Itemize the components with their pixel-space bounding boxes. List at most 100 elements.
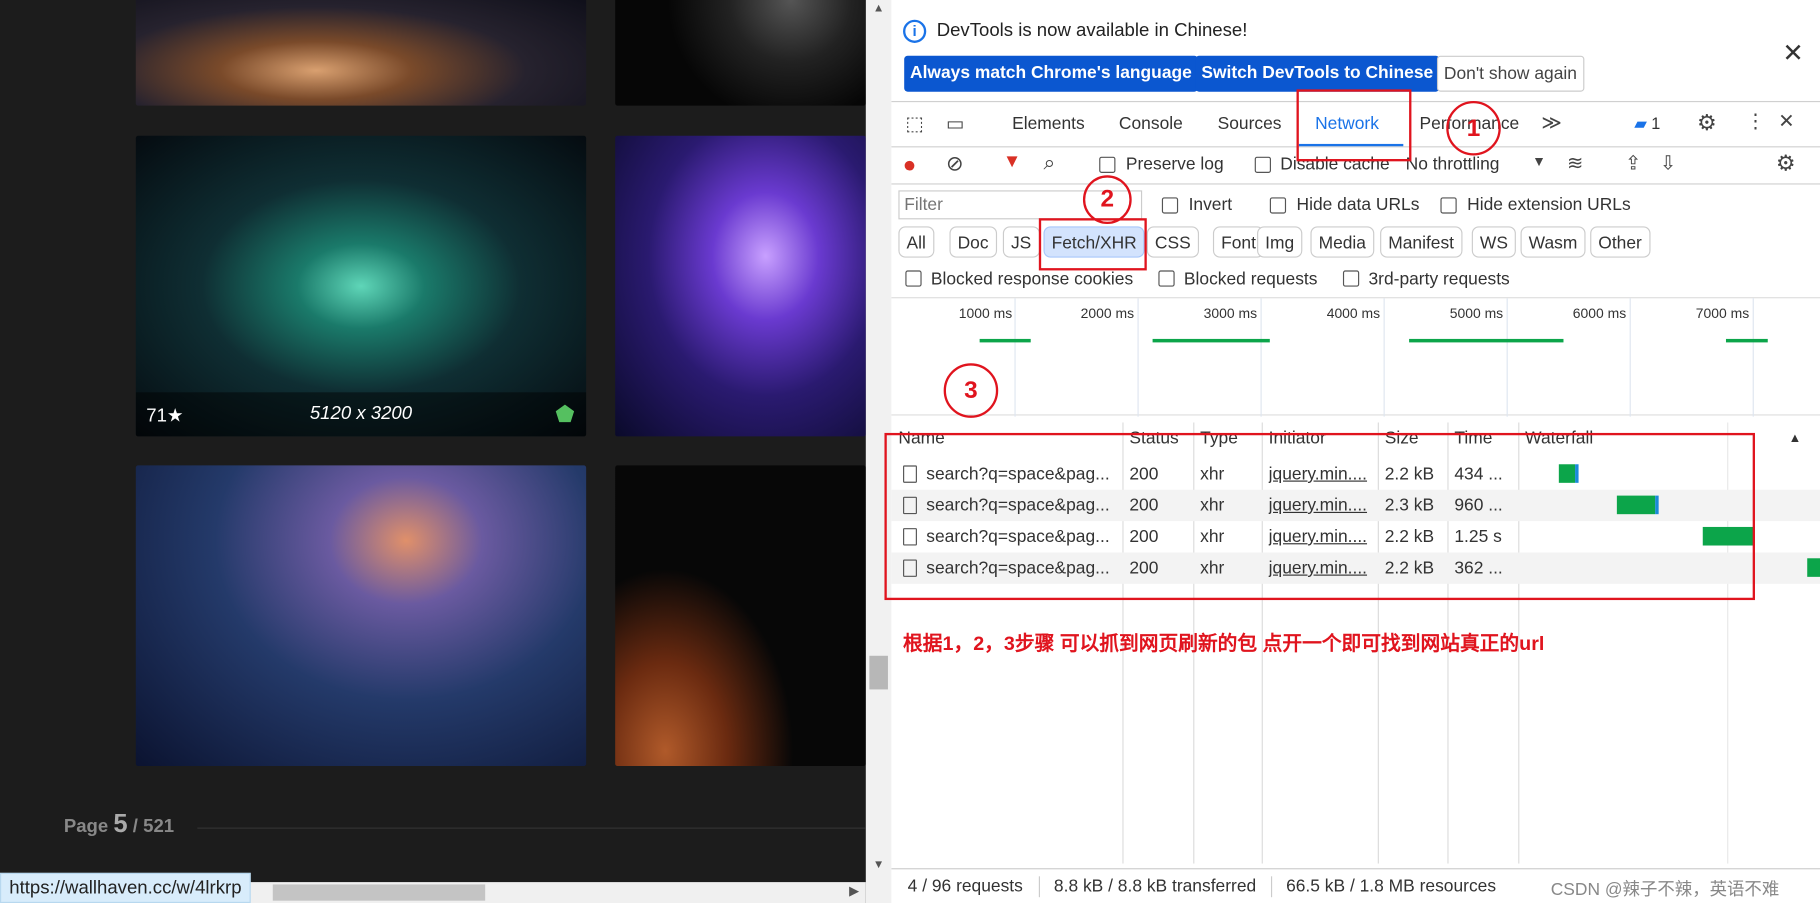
settings-gear-icon[interactable]: ⚙ <box>1697 110 1717 137</box>
issues-icon[interactable]: ▰ 1 <box>1634 114 1660 134</box>
clear-icon[interactable]: ⊘ <box>946 152 964 176</box>
filter-chip-wasm[interactable]: Wasm <box>1520 226 1586 258</box>
overview-gridline <box>1383 298 1385 417</box>
blocked-requests-checkbox[interactable] <box>1158 270 1175 287</box>
overview-tick-label: 1000 ms <box>958 305 1013 322</box>
overview-tick-label: 5000 ms <box>1449 305 1504 322</box>
scroll-down-icon[interactable]: ▼ <box>873 859 884 872</box>
infobar-message: DevTools is now available in Chinese! <box>936 20 1248 41</box>
disable-cache-checkbox[interactable] <box>1254 156 1271 173</box>
scroll-up-icon[interactable]: ▲ <box>873 2 884 15</box>
third-party-requests-label: 3rd-party requests <box>1368 269 1510 290</box>
overview-gridline <box>1629 298 1631 417</box>
preserve-log-checkbox[interactable] <box>1099 156 1116 173</box>
annotation-step-3: 3 <box>943 363 999 418</box>
blocked-response-cookies-checkbox[interactable] <box>905 270 922 287</box>
divider <box>1038 876 1040 898</box>
invert-checkbox[interactable] <box>1161 197 1179 214</box>
filter-chip-all[interactable]: All <box>898 226 934 258</box>
preserve-log-label: Preserve log <box>1125 154 1224 175</box>
annotation-box-fetch-xhr <box>1038 218 1147 271</box>
annotation-step-2: 2 <box>1082 175 1132 225</box>
inspect-element-icon[interactable]: ⬚ <box>905 113 924 136</box>
close-icon[interactable]: ✕ <box>1782 38 1803 68</box>
throttling-select[interactable]: No throttling <box>1406 154 1500 174</box>
search-icon[interactable]: ⌕ <box>1043 151 1055 175</box>
csdn-watermark: CSDN @辣子不辣，英语不难 <box>1550 879 1780 900</box>
overview-tick-label: 4000 ms <box>1326 305 1381 322</box>
network-conditions-icon[interactable]: ≋ <box>1567 152 1584 175</box>
overview-tick-label: 3000 ms <box>1203 305 1258 322</box>
overview-request-bar <box>1152 338 1270 343</box>
info-icon: i <box>903 19 927 43</box>
wallpaper-thumbnail[interactable] <box>135 465 587 767</box>
blocked-filters-row: Blocked response cookies Blocked request… <box>891 265 1820 296</box>
overview-gridline <box>1014 298 1016 417</box>
overview-request-bar <box>1409 338 1564 343</box>
filter-chip-media[interactable]: Media <box>1310 226 1375 258</box>
export-har-icon[interactable]: ⇩ <box>1660 152 1677 175</box>
filter-chip-js[interactable]: JS <box>1002 226 1040 258</box>
thumbnail-info-bar: 71★ 5120 x 3200 ⬟ <box>135 392 587 437</box>
blocked-response-cookies-label: Blocked response cookies <box>930 269 1134 290</box>
transferred-size: 8.8 kB / 8.8 kB transferred <box>1053 876 1257 897</box>
hide-data-urls-label: Hide data URLs <box>1296 194 1420 215</box>
third-party-requests-checkbox[interactable] <box>1342 270 1360 287</box>
always-match-language-button[interactable]: Always match Chrome's language <box>904 55 1198 92</box>
scrollbar-thumb[interactable] <box>272 884 486 901</box>
scroll-right-icon[interactable]: ▶ <box>849 883 859 898</box>
tag-icon[interactable]: ⬟ <box>555 402 574 429</box>
overview-tick-label: 2000 ms <box>1080 305 1135 322</box>
page-indicator: Page 5 / 521 <box>63 808 175 839</box>
scrollbar-thumb[interactable] <box>869 655 888 690</box>
device-toolbar-icon[interactable]: ▭ <box>946 113 965 136</box>
request-count: 4 / 96 requests <box>907 876 1023 897</box>
divider <box>1270 876 1273 898</box>
filter-chip-img[interactable]: Img <box>1257 226 1303 258</box>
wallpaper-thumbnail[interactable] <box>615 0 866 106</box>
total-pages: / 521 <box>132 817 175 837</box>
overview-gridline <box>1260 298 1262 417</box>
filter-chip-ws[interactable]: WS <box>1471 226 1517 258</box>
more-tabs-icon[interactable]: ≫ <box>1541 111 1562 134</box>
filter-chip-manifest[interactable]: Manifest <box>1380 226 1463 258</box>
network-settings-gear-icon[interactable]: ⚙ <box>1776 151 1796 178</box>
annotation-box-network-tab <box>1296 89 1412 162</box>
tab-sources[interactable]: Sources <box>1218 114 1282 134</box>
resolution-label: 5120 x 3200 <box>309 403 413 424</box>
sort-up-icon[interactable]: ▲ <box>1789 432 1802 446</box>
wallpaper-thumbnail[interactable]: 71★ 5120 x 3200 ⬟ <box>135 135 587 437</box>
network-overview-timeline[interactable]: 1000 ms 2000 ms 3000 ms 4000 ms 5000 ms … <box>891 297 1820 417</box>
tab-elements[interactable]: Elements <box>1012 114 1085 134</box>
kebab-menu-icon[interactable]: ⋮ <box>1746 110 1766 133</box>
hide-data-urls-checkbox[interactable] <box>1269 197 1287 214</box>
filter-chip-css[interactable]: CSS <box>1146 226 1199 258</box>
filter-row: Invert Hide data URLs Hide extension URL… <box>891 186 1820 227</box>
record-stop-icon[interactable]: ⏺ <box>904 153 914 177</box>
blocked-requests-label: Blocked requests <box>1183 269 1318 290</box>
close-devtools-icon[interactable]: ✕ <box>1778 110 1795 133</box>
wallpaper-thumbnail[interactable] <box>615 465 866 767</box>
switch-to-chinese-button[interactable]: Switch DevTools to Chinese <box>1195 55 1440 92</box>
divider <box>197 827 866 829</box>
annotation-note: 根据1，2，3步骤 可以抓到网页刷新的包 点开一个即可找到网站真正的url <box>903 632 1545 655</box>
filter-chip-other[interactable]: Other <box>1590 226 1650 258</box>
hide-extension-urls-checkbox[interactable] <box>1440 197 1457 214</box>
tab-console[interactable]: Console <box>1119 114 1183 134</box>
link-status-url: https://wallhaven.cc/w/4lrkrp <box>0 872 251 903</box>
wallpaper-thumbnail[interactable] <box>135 0 587 106</box>
overview-request-bar <box>1725 338 1768 343</box>
resources-size: 66.5 kB / 1.8 MB resources <box>1286 876 1497 897</box>
overview-request-bar <box>979 338 1031 343</box>
wallpaper-gallery: 71★ 5120 x 3200 ⬟ Page 5 / 521 ▶ https:/… <box>0 0 866 903</box>
filter-funnel-icon[interactable]: ▼ <box>1003 152 1021 173</box>
chevron-down-icon[interactable]: ▼ <box>1532 153 1546 169</box>
overview-gridline <box>1137 298 1139 417</box>
import-har-icon[interactable]: ⇪ <box>1625 152 1642 175</box>
language-infobar: i DevTools is now available in Chinese! … <box>891 0 1820 103</box>
filter-chip-doc[interactable]: Doc <box>949 226 997 258</box>
waterfall-bar <box>1807 558 1820 577</box>
overview-gridline <box>1752 298 1754 417</box>
dont-show-again-button[interactable]: Don't show again <box>1436 55 1584 92</box>
wallpaper-thumbnail[interactable] <box>615 135 866 437</box>
